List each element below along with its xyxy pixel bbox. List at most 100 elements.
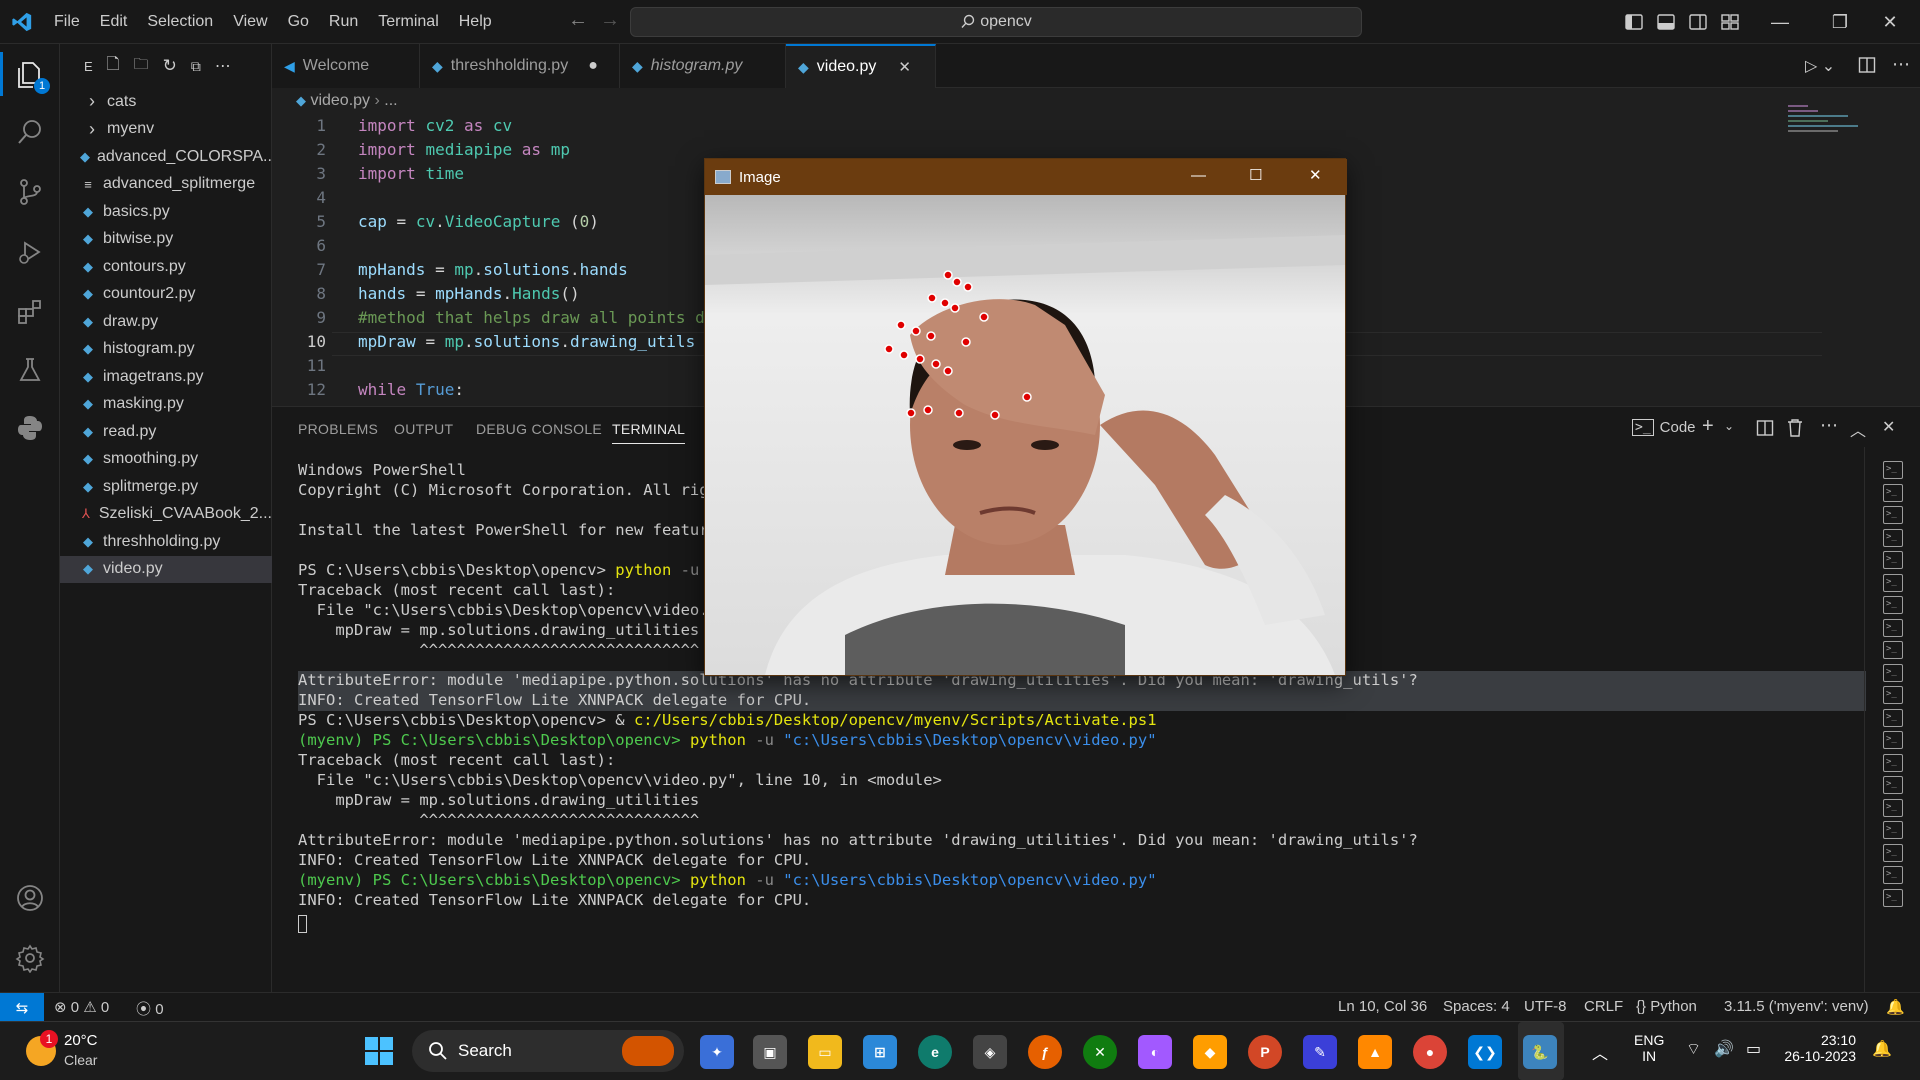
terminal-instance-icon[interactable]: >_ <box>1883 798 1903 817</box>
terminal-instance-icon[interactable]: >_ <box>1883 528 1903 547</box>
terminal-instance-icon[interactable]: >_ <box>1883 708 1903 727</box>
toggle-secondary-sidebar-icon[interactable] <box>1688 12 1708 32</box>
tree-folder[interactable]: › myenv <box>60 116 272 143</box>
testing-icon[interactable] <box>12 352 48 388</box>
new-terminal-icon[interactable]: + <box>1702 415 1714 438</box>
collapse-all-icon[interactable]: ⧉ <box>191 58 201 75</box>
tree-file[interactable]: ◆ read.py <box>60 418 272 445</box>
wifi-icon[interactable]: ⌔ <box>1686 1039 1701 1059</box>
menu-edit[interactable]: Edit <box>90 0 138 44</box>
toggle-panel-icon[interactable] <box>1656 12 1676 32</box>
vscode-taskbar-icon[interactable]: ❮❯ <box>1468 1035 1502 1069</box>
terminal-instance-icon[interactable]: >_ <box>1883 483 1903 502</box>
terminal-profile[interactable]: >_ Code <box>1632 419 1696 436</box>
weather-desc[interactable]: Clear <box>64 1052 97 1068</box>
copilot-app-icon[interactable]: ✦ <box>700 1035 734 1069</box>
terminal-instance-icon[interactable]: >_ <box>1883 573 1903 592</box>
toggle-sidebar-icon[interactable] <box>1624 12 1644 32</box>
menu-view[interactable]: View <box>223 0 277 44</box>
breadcrumb-file[interactable]: video.py <box>310 92 370 109</box>
language-mode[interactable]: {} Python <box>1636 998 1697 1015</box>
weather-temp[interactable]: 20°C <box>64 1032 98 1049</box>
tab-welcome[interactable]: ◀ Welcome <box>272 44 420 88</box>
fl-studio-icon[interactable]: ◆ <box>1193 1035 1227 1069</box>
taskbar-search[interactable]: Search <box>412 1030 684 1072</box>
split-editor-icon[interactable] <box>1858 56 1876 74</box>
figma-icon[interactable]: ◐ <box>1138 1035 1172 1069</box>
customize-layout-icon[interactable] <box>1720 12 1740 32</box>
source-control-icon[interactable] <box>12 174 48 210</box>
more-actions-icon[interactable]: ⋯ <box>215 56 231 76</box>
menu-selection[interactable]: Selection <box>137 0 223 44</box>
chrome-icon[interactable]: ● <box>1413 1035 1447 1069</box>
terminal-instance-icon[interactable]: >_ <box>1883 731 1903 749</box>
close-button[interactable]: ✕ <box>1860 0 1920 44</box>
edge-browser-icon[interactable]: e <box>918 1035 952 1069</box>
tree-file[interactable]: ≡ advanced_splitmerge <box>60 171 272 198</box>
image-maximize-button[interactable]: ☐ <box>1249 166 1262 184</box>
forward-arrow-icon[interactable]: → <box>600 9 620 32</box>
tab-video[interactable]: ◆ video.py ✕ <box>786 44 936 88</box>
tree-file[interactable]: ◆ histogram.py <box>60 336 272 363</box>
microsoft-store-icon[interactable]: ⊞ <box>863 1035 897 1069</box>
problems-status[interactable]: ⊗ 0 ⚠ 0 <box>54 998 109 1016</box>
encoding[interactable]: UTF-8 <box>1524 998 1567 1015</box>
tab-histogram[interactable]: ◆ histogram.py <box>620 44 786 88</box>
tree-file[interactable]: ◆ bitwise.py <box>60 226 272 253</box>
search-icon[interactable] <box>12 114 48 150</box>
tree-file[interactable]: ◆ contours.py <box>60 253 272 280</box>
new-file-icon[interactable]: 🗋 <box>107 53 120 80</box>
tree-file[interactable]: ◆ threshholding.py <box>60 528 272 555</box>
settings-gear-icon[interactable] <box>12 940 48 976</box>
tree-file[interactable]: ⅄ Szeliski_CVAABook_2... <box>60 501 272 528</box>
terminal-instance-icon[interactable]: >_ <box>1883 551 1903 569</box>
tree-file[interactable]: ◆ countour2.py <box>60 281 272 308</box>
chevron-down-icon[interactable]: ⌄ <box>1724 419 1734 433</box>
menu-run[interactable]: Run <box>319 0 368 44</box>
unsaved-dot-icon[interactable]: ● <box>588 57 598 75</box>
tab-threshholding[interactable]: ◆ threshholding.py ● <box>420 44 620 88</box>
terminal-instance-icon[interactable]: >_ <box>1883 843 1903 862</box>
accounts-icon[interactable] <box>12 880 48 916</box>
input-language[interactable]: ENG IN <box>1634 1032 1664 1064</box>
menu-terminal[interactable]: Terminal <box>368 0 448 44</box>
unity-icon[interactable]: ◈ <box>973 1035 1007 1069</box>
indentation[interactable]: Spaces: 4 <box>1443 998 1510 1015</box>
tree-file[interactable]: ◆ smoothing.py <box>60 446 272 473</box>
file-explorer-icon[interactable]: ▭ <box>808 1035 842 1069</box>
terminal-instance-icon[interactable]: >_ <box>1883 776 1903 794</box>
notification-bell-icon[interactable]: 🔔 <box>1872 1039 1892 1059</box>
terminal-instance-icon[interactable]: >_ <box>1883 641 1903 659</box>
cursor-position[interactable]: Ln 10, Col 36 <box>1338 998 1427 1015</box>
ports-status[interactable]: ⦿ 0 <box>136 998 164 1019</box>
firefox-icon[interactable]: ƒ <box>1028 1035 1062 1069</box>
tree-file[interactable]: ◆ advanced_COLORSPA... <box>60 143 272 170</box>
battery-icon[interactable]: ▭ <box>1746 1039 1761 1059</box>
maximize-panel-icon[interactable]: ︿ <box>1850 417 1866 441</box>
terminal-instance-icon[interactable]: >_ <box>1883 663 1903 682</box>
close-panel-icon[interactable]: ✕ <box>1882 417 1895 437</box>
command-center-search[interactable]: opencv <box>630 7 1362 37</box>
powerpoint-icon[interactable]: P <box>1248 1035 1282 1069</box>
tree-file[interactable]: ◆ video.py <box>60 555 272 583</box>
image-minimize-button[interactable]: — <box>1191 167 1206 184</box>
menu-help[interactable]: Help <box>449 0 502 44</box>
terminal-instance-icon[interactable]: >_ <box>1883 821 1903 839</box>
python-interpreter[interactable]: 3.11.5 ('myenv': venv) <box>1724 998 1869 1015</box>
python-icon[interactable] <box>12 410 48 446</box>
tray-overflow-icon[interactable]: ︿ <box>1592 1040 1608 1064</box>
vlc-icon[interactable]: ▲ <box>1358 1035 1392 1069</box>
terminal-instance-icon[interactable]: >_ <box>1883 753 1903 772</box>
tab-terminal[interactable]: TERMINAL <box>612 421 686 444</box>
tree-file[interactable]: ◆ basics.py <box>60 198 272 225</box>
image-close-button[interactable]: ✕ <box>1309 166 1322 184</box>
tab-problems[interactable]: PROBLEMS <box>298 421 378 437</box>
close-tab-icon[interactable]: ✕ <box>898 58 911 76</box>
terminal-instance-icon[interactable]: >_ <box>1883 506 1903 524</box>
notifications-bell-icon[interactable]: 🔔 <box>1886 998 1905 1016</box>
notes-app-icon[interactable]: ✎ <box>1303 1035 1337 1069</box>
minimize-button[interactable]: — <box>1750 0 1810 44</box>
clock[interactable]: 23:10 26-10-2023 <box>1780 1032 1856 1064</box>
menu-go[interactable]: Go <box>278 0 319 44</box>
run-debug-icon[interactable] <box>12 234 48 270</box>
